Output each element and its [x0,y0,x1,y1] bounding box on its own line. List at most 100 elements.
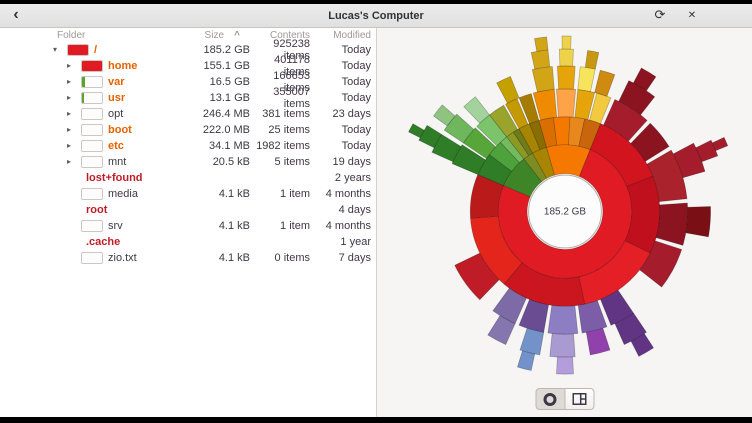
folder-tree-panel: Folder Size ^ Contents Modified ▾/185.2 … [0,28,377,417]
folder-cell: ▸ boot [0,122,186,138]
chart-segment[interactable] [535,37,548,51]
headerbar: Lucas's Computer ‹ ⟳ ✕ [0,4,752,28]
modified-cell: 7 days [310,252,376,264]
folder-cell: .cache [0,236,186,248]
folder-cell: lost+found [0,172,186,184]
modified-cell: Today [310,44,376,56]
chart-segment[interactable] [556,89,575,117]
back-icon: ‹ [13,8,18,22]
table-row[interactable]: zio.txt4.1 kB0 items7 days [0,250,376,266]
folder-name: mnt [108,156,126,168]
chart-type-switch [535,388,594,410]
expander-closed-icon[interactable]: ▸ [67,106,81,122]
size-cell: 16.5 GB [186,76,250,88]
rings-chart-icon [544,393,557,406]
table-row[interactable]: ▸home155.1 GB401178 itemsToday [0,58,376,74]
table-row[interactable]: ▸var16.5 GB166653 itemsToday [0,74,376,90]
chart-segment[interactable] [557,66,575,89]
size-cell: 155.1 GB [186,60,250,72]
table-row[interactable]: root 4 days [0,202,376,218]
table-row[interactable]: srv4.1 kB1 item4 months [0,218,376,234]
contents-cell: 381 items [250,108,310,120]
expander-open-icon[interactable]: ▾ [53,42,67,58]
chart-segment[interactable] [585,51,599,70]
folder-name: var [108,76,125,88]
modified-cell: 19 days [310,156,376,168]
sort-indicator-icon[interactable]: ^ [224,30,250,41]
usage-bar [81,140,103,152]
folder-cell: ▸opt [0,106,186,122]
folder-name: home [108,60,137,72]
folder-name: boot [108,124,132,136]
table-row[interactable]: lost+found2 years [0,170,376,186]
main-area: Folder Size ^ Contents Modified ▾/185.2 … [0,28,752,417]
chart-segment[interactable] [595,70,615,96]
table-row[interactable]: ▸boot222.0 MB25 itemsToday [0,122,376,138]
usage-bar [81,108,103,120]
chart-segment[interactable] [656,203,688,245]
usage-bar [81,92,103,104]
folder-name: root [86,204,107,216]
folder-name: zio.txt [108,252,137,264]
table-row[interactable]: ▾/185.2 GB925238 itemsToday [0,42,376,58]
modified-cell: 4 days [310,204,376,216]
usage-bar [81,188,103,200]
chart-segment[interactable] [531,50,550,69]
treemap-chart-button[interactable] [564,388,594,410]
chart-segment[interactable] [578,67,595,92]
modified-cell: 4 months [310,220,376,232]
size-cell: 13.1 GB [186,92,250,104]
expander-closed-icon[interactable]: ▸ [67,90,81,106]
column-header-size[interactable]: Size [160,30,224,41]
chart-segment[interactable] [712,137,727,150]
folder-cell: ▸ var [0,74,186,90]
contents-cell: 25 items [250,124,310,136]
folder-name: lost+found [86,172,143,184]
table-row[interactable]: ▸opt246.4 MB381 items23 days [0,106,376,122]
refresh-button[interactable]: ⟳ [650,6,670,24]
back-button[interactable]: ‹ [6,6,26,24]
folder-name: media [108,188,138,200]
table-row[interactable]: ▸ mnt 20.5 kB5 items19 days [0,154,376,170]
app-window: Lucas's Computer ‹ ⟳ ✕ Folder Size ^ Con… [0,4,752,417]
folder-name: usr [108,92,125,104]
usage-bar [81,156,103,168]
modified-cell: 23 days [310,108,376,120]
table-header: Folder Size ^ Contents Modified [0,28,376,42]
chart-segment[interactable] [548,305,578,334]
chart-segment[interactable] [517,351,534,371]
chart-segment[interactable] [556,357,573,374]
window-title: Lucas's Computer [0,10,752,22]
usage-bar [81,124,103,136]
chart-segment[interactable] [562,36,571,49]
chart-segment[interactable] [686,206,711,236]
usage-bar [81,252,103,264]
size-cell: 20.5 kB [186,156,250,168]
chart-segment[interactable] [559,49,573,66]
rings-chart-button[interactable] [535,388,565,410]
chart-segment[interactable] [550,334,575,358]
column-header-modified[interactable]: Modified [310,30,376,41]
expander-closed-icon[interactable]: ▸ [67,74,81,90]
folder-cell: ▸ home [0,58,186,74]
table-row[interactable]: ▸etc34.1 MB1982 itemsToday [0,138,376,154]
expander-closed-icon[interactable]: ▸ [67,154,81,170]
close-button[interactable]: ✕ [682,6,702,24]
expander-closed-icon[interactable]: ▸ [67,138,81,154]
table-row[interactable]: ▸usr13.1 GB355007 itemsToday [0,90,376,106]
column-header-folder[interactable]: Folder [0,30,160,41]
refresh-icon: ⟳ [655,7,666,23]
chart-segment[interactable] [532,66,554,92]
size-cell: 4.1 kB [186,188,250,200]
expander-closed-icon[interactable]: ▸ [67,58,81,74]
folder-table-body: ▾/185.2 GB925238 itemsToday▸home155.1 GB… [0,42,376,266]
chart-segment[interactable] [497,77,519,104]
table-row[interactable]: media4.1 kB1 item4 months [0,186,376,202]
contents-cell: 5 items [250,156,310,168]
rings-chart-panel: 185.2 GB [377,28,752,417]
table-row[interactable]: .cache1 year [0,234,376,250]
chart-segment[interactable] [586,328,610,355]
folder-name: etc [108,140,124,152]
expander-closed-icon[interactable]: ▸ [67,122,81,138]
modified-cell: Today [310,140,376,152]
